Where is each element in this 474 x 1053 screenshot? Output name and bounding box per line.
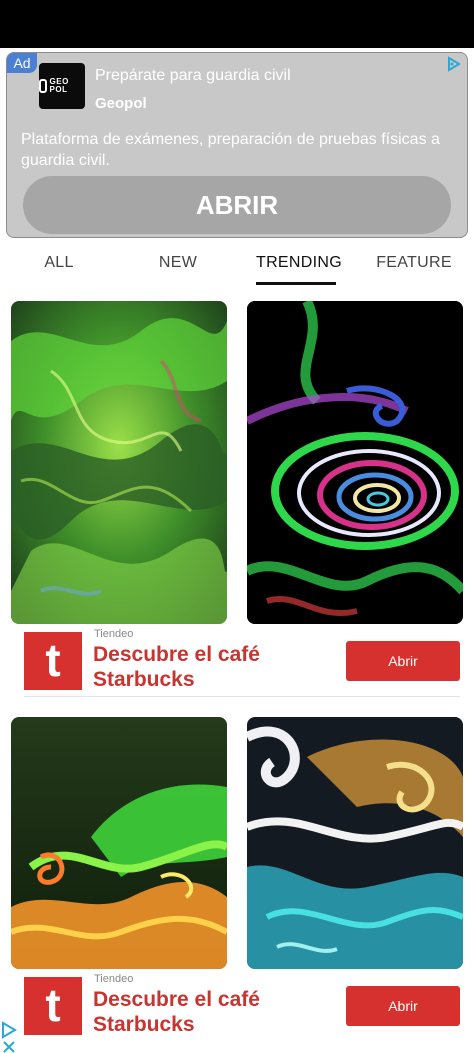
native-ad[interactable]: t Tiendeo Descubre el café Starbucks Abr… [0,626,474,698]
wallpaper-image [11,717,227,969]
native-ad-open-button[interactable]: Abrir [346,641,460,681]
ad-banner[interactable]: Ad GEO POL Prepárate para guardia civil … [6,52,468,238]
native-ad-source: Tiendeo [94,628,134,640]
ad-open-button[interactable]: ABRIR [23,176,451,234]
native-ad[interactable]: t Tiendeo Descubre el café Starbucks Abr… [0,971,474,1043]
active-tab-indicator [256,282,336,285]
adchoices-icon[interactable] [0,1020,18,1053]
wallpaper-thumbnail[interactable] [247,301,463,624]
native-ad-open-button[interactable]: Abrir [346,986,460,1026]
tab-all[interactable]: ALL [22,245,96,287]
tab-feature[interactable]: FEATURE [374,245,454,287]
category-tabs: ALL NEW TRENDING FEATURE [0,245,474,287]
wallpaper-image [247,301,463,624]
wallpaper-thumbnail[interactable] [247,717,463,969]
wallpaper-thumbnail[interactable] [11,717,227,969]
native-ad-title[interactable]: Descubre el café Starbucks [93,642,333,692]
native-ad-title[interactable]: Descubre el café Starbucks [93,987,333,1037]
wallpaper-image [11,301,227,624]
advertiser-logo: GEO POL [39,63,85,109]
adchoices-icon[interactable] [445,55,463,73]
ad-headline[interactable]: Prepárate para guardia civil [95,67,291,85]
ad-description: Plataforma de exámenes, preparación de p… [21,131,440,169]
tab-trending[interactable]: TRENDING [256,245,342,287]
tiendeo-logo: t [24,977,82,1035]
status-bar [0,0,474,48]
tab-new[interactable]: NEW [141,245,215,287]
ad-advertiser: Geopol [95,95,147,112]
divider [24,696,460,697]
tiendeo-logo: t [24,632,82,690]
ad-badge: Ad [7,53,37,73]
wallpaper-thumbnail[interactable] [11,301,227,624]
wallpaper-image [247,717,463,969]
native-ad-source: Tiendeo [94,973,134,985]
